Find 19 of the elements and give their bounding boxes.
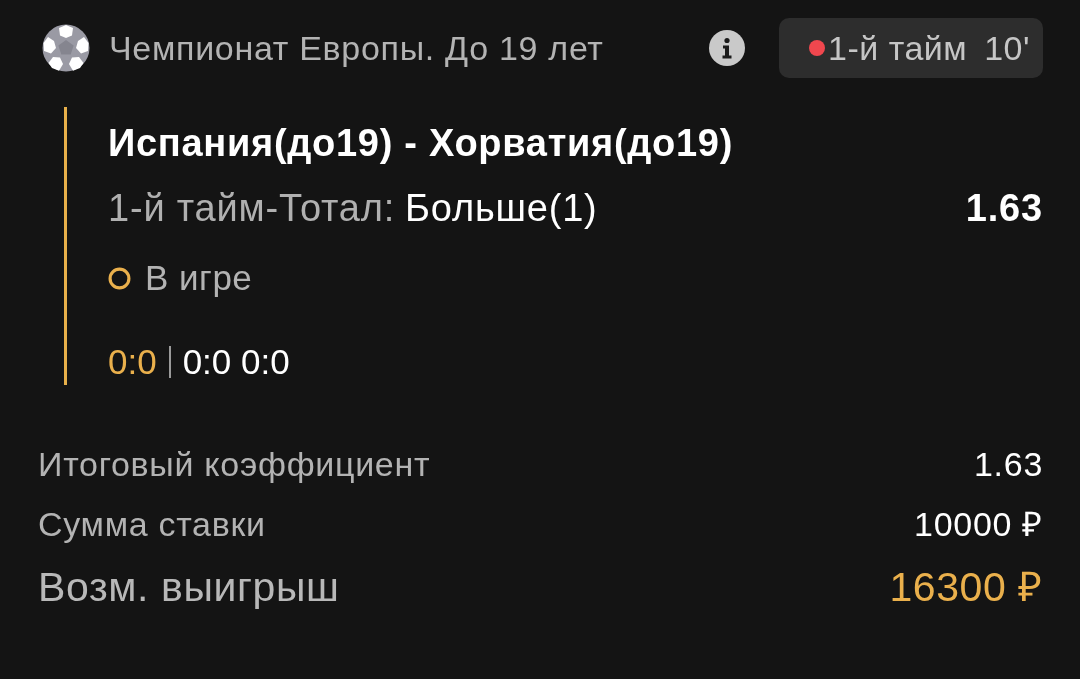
soccer-ball-icon: [42, 24, 90, 72]
match-period: 1-й тайм: [828, 28, 968, 68]
period-scores: 0:0 0:0: [182, 341, 290, 383]
league-title: Чемпионат Европы. До 19 лет: [109, 28, 605, 68]
summary-label: Итоговый коэффициент: [38, 444, 431, 485]
summary-label: Сумма ставки: [38, 504, 266, 545]
info-icon[interactable]: [709, 30, 746, 66]
bet-odds: 1.63: [965, 186, 1043, 230]
current-score: 0:0: [108, 341, 157, 383]
match-title: Испания(до19) - Хорватия(до19): [108, 121, 734, 165]
summary-value: 1.63: [974, 444, 1043, 485]
bet-outcome: Больше(1): [405, 186, 598, 230]
status-ring-icon: [108, 266, 131, 290]
bet-status: В игре: [145, 257, 253, 299]
summary-value: 16300 ₽: [889, 563, 1043, 612]
summary-value: 10000 ₽: [914, 504, 1043, 545]
market-name: 1-й тайм-Тотал:: [108, 186, 396, 230]
summary-label: Возм. выигрыш: [38, 563, 340, 612]
match-minute: 10': [984, 28, 1030, 68]
